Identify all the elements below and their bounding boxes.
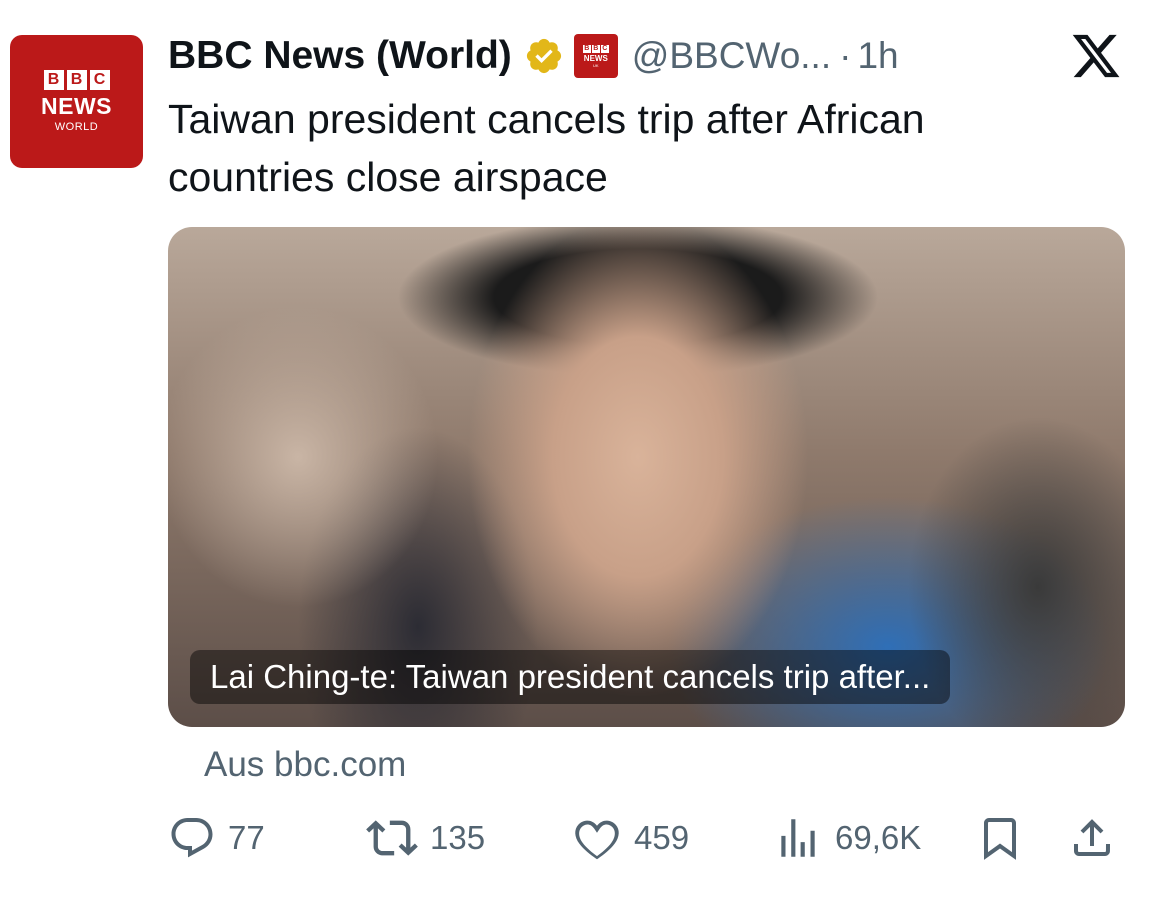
- tweet-text: Taiwan president cancels trip after Afri…: [168, 96, 925, 200]
- repost-icon: [366, 812, 418, 864]
- avatar-world-label: WORLD: [54, 121, 99, 133]
- views-button[interactable]: 69,6K: [773, 808, 921, 868]
- verified-icon[interactable]: [524, 36, 564, 76]
- x-logo-icon: [1070, 30, 1122, 82]
- bbc-block: C: [89, 70, 110, 90]
- like-count: 459: [634, 819, 690, 856]
- timestamp[interactable]: 1h: [857, 35, 898, 77]
- separator-dot: ·: [839, 35, 852, 76]
- views-count: 69,6K: [835, 819, 922, 856]
- bbc-block: B: [66, 70, 87, 90]
- link-card-source[interactable]: Aus bbc.com: [204, 745, 406, 785]
- tweet-header: BBC News (World) B B C NEWS UK @BBCWo...…: [168, 30, 899, 82]
- affiliate-badge[interactable]: B B C NEWS UK: [573, 34, 618, 78]
- avatar-news-label: NEWS: [41, 93, 112, 119]
- link-card-image[interactable]: Lai Ching-te: Taiwan president cancels t…: [168, 227, 1125, 727]
- display-name[interactable]: BBC News (World): [168, 34, 512, 78]
- bbc-block: B: [591, 44, 600, 53]
- link-card-caption[interactable]: Lai Ching-te: Taiwan president cancels t…: [190, 650, 951, 704]
- bookmark-button[interactable]: [976, 808, 1024, 868]
- reply-button[interactable]: 77: [168, 808, 265, 868]
- views-icon: [773, 813, 823, 863]
- avatar[interactable]: B B C NEWS WORLD: [10, 35, 143, 168]
- bbc-block: B: [43, 70, 64, 90]
- reply-count: 77: [228, 819, 265, 856]
- affiliate-news-label: NEWS: [583, 53, 608, 63]
- share-button[interactable]: [1068, 808, 1116, 868]
- bbc-block: C: [600, 44, 609, 53]
- bookmark-icon: [976, 814, 1024, 862]
- affiliate-uk-label: UK: [593, 62, 599, 68]
- repost-button[interactable]: 135: [366, 808, 485, 868]
- handle[interactable]: @BBCWo...: [632, 35, 831, 77]
- repost-count: 135: [430, 819, 486, 856]
- reply-icon: [168, 814, 216, 862]
- share-icon: [1068, 814, 1116, 862]
- like-button[interactable]: 459: [572, 808, 689, 868]
- bbc-logo-blocks: B B C: [43, 70, 110, 90]
- bbc-block: B: [582, 44, 591, 53]
- like-icon: [572, 813, 622, 863]
- action-bar: 77 135 459 69,6K: [168, 808, 1123, 868]
